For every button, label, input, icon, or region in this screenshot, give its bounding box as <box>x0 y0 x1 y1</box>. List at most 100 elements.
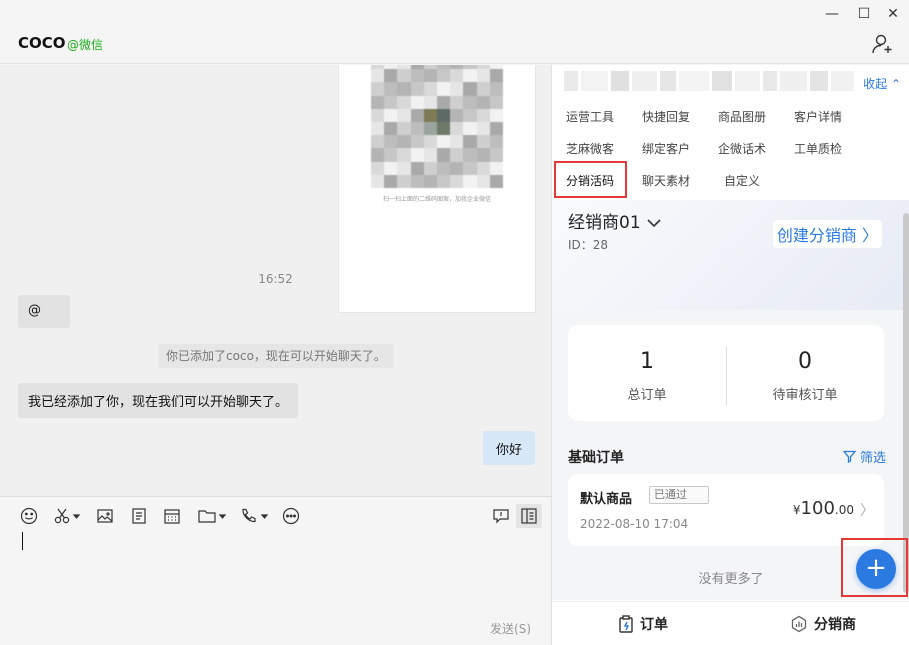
chat-messages[interactable]: 扫一扫上面的二维码图案，加我企业微信 16:52 @ 你已添加了coco，现在可… <box>0 65 551 496</box>
close-button[interactable]: ✕ <box>876 2 909 26</box>
menu-customer-detail[interactable]: 客户详情 <box>794 108 842 125</box>
message-bubble-left[interactable]: 我已经添加了你，现在我们可以开始聊天了。 <box>18 383 299 418</box>
menu-ticket-qc[interactable]: 工单质检 <box>794 140 842 157</box>
qr-mosaic-cell <box>397 108 411 122</box>
text-cursor[interactable] <box>22 532 23 550</box>
menu-wecom-script[interactable]: 企微话术 <box>718 140 766 157</box>
menu-quick-reply[interactable]: 快捷回复 <box>642 108 690 125</box>
qr-mosaic-cell <box>410 95 424 109</box>
price-integer: 100 <box>800 498 835 519</box>
collapse-label: 收起 <box>863 77 888 91</box>
qr-mosaic-cell <box>423 135 437 149</box>
chevron-right-icon: 〉 <box>860 503 874 519</box>
menu-ops-tools[interactable]: 运营工具 <box>566 108 614 125</box>
chat-history-icon[interactable] <box>490 505 512 527</box>
tab-orders-label: 订单 <box>640 617 668 633</box>
qr-mosaic-cell <box>410 69 424 83</box>
qr-mosaic-cell <box>436 108 451 122</box>
qr-mosaic-cell <box>397 69 411 83</box>
qr-mosaic-cell <box>423 121 437 136</box>
qr-mosaic-cell <box>423 69 437 83</box>
qr-mosaic-cell <box>450 148 464 162</box>
price-currency: ¥ <box>792 503 801 517</box>
filter-button[interactable]: 筛选 <box>842 447 886 466</box>
order-price: ¥100.00 <box>793 498 854 519</box>
chevron-right-icon: 〉 <box>861 226 878 245</box>
menu-product-album[interactable]: 商品图册 <box>718 108 766 125</box>
menu-custom[interactable]: 自定义 <box>724 172 760 189</box>
order-product-name: 默认商品 <box>580 492 633 507</box>
qr-mosaic-cell <box>463 95 477 109</box>
qr-mosaic-cell <box>489 82 503 96</box>
pending-orders-value: 0 <box>798 349 812 374</box>
document-icon[interactable] <box>128 505 150 527</box>
order-stats-card: 1 总订单 0 待审核订单 <box>568 325 884 421</box>
qr-mosaic-cell <box>410 148 424 162</box>
panel-scrollbar[interactable] <box>903 213 909 593</box>
menu-chat-material[interactable]: 聊天素材 <box>642 172 690 189</box>
qr-mosaic-cell <box>423 82 437 96</box>
qr-mosaic-cell <box>476 148 490 162</box>
qr-mosaic-cell <box>384 82 398 96</box>
add-user-icon[interactable] <box>871 32 895 56</box>
qr-mosaic-cell <box>476 82 490 96</box>
qr-mosaic-cell <box>450 174 464 188</box>
qr-mosaic-cell <box>463 121 477 136</box>
send-button[interactable]: 发送(S) <box>490 620 531 637</box>
calendar-icon[interactable] <box>161 505 183 527</box>
qr-mosaic-cell <box>423 161 437 175</box>
sidebar-toggle-icon[interactable] <box>516 504 542 528</box>
phone-icon[interactable] <box>238 505 270 527</box>
folder-icon[interactable] <box>196 505 228 527</box>
qr-mosaic-cell <box>450 95 464 109</box>
qr-mosaic-cell <box>476 69 490 83</box>
clipboard-icon <box>619 615 633 633</box>
qr-mosaic-cell <box>384 121 398 136</box>
qr-mosaic-cell <box>489 95 503 109</box>
add-fab-button[interactable]: + <box>856 549 896 589</box>
distributor-name: 经销商01 <box>568 213 641 233</box>
create-distributor-button[interactable]: 创建分销商 〉 <box>772 220 882 248</box>
message-timestamp: 16:52 <box>258 272 293 286</box>
screenshot-scissors-icon[interactable] <box>52 505 82 527</box>
tab-distributors-label: 分销商 <box>814 617 856 633</box>
qr-mosaic-cell <box>384 69 398 83</box>
image-icon[interactable] <box>94 505 116 527</box>
side-panel: 收起 ⌃ 运营工具 快捷回复 商品图册 客户详情 芝麻微客 绑定客户 企微话术 … <box>551 65 909 645</box>
filter-icon <box>842 450 856 463</box>
distributor-selector[interactable]: 经销商01 <box>568 208 662 233</box>
qr-mosaic-cell <box>371 69 385 83</box>
active-menu-highlight <box>554 161 627 198</box>
tab-orders[interactable]: 订单 <box>618 602 668 645</box>
qr-mosaic-cell <box>489 161 503 175</box>
qr-mosaic-cell <box>371 95 385 109</box>
message-bubble-at[interactable]: @ <box>18 295 70 328</box>
qr-mosaic-cell <box>476 174 490 188</box>
qr-mosaic-cell <box>450 69 464 83</box>
qr-mosaic-cell <box>371 82 385 96</box>
qr-mosaic-cell <box>489 121 503 136</box>
menu-zhima-customer[interactable]: 芝麻微客 <box>566 140 614 157</box>
emoji-icon[interactable] <box>18 505 40 527</box>
minimize-button[interactable]: — <box>815 2 849 26</box>
qr-mosaic-cell <box>384 108 398 122</box>
qr-mosaic-cell <box>371 161 385 175</box>
message-input-area[interactable]: 发送(S) <box>0 496 551 645</box>
qr-mosaic-cell <box>476 135 490 149</box>
qr-mosaic-cell <box>463 174 477 188</box>
menu-bind-customer[interactable]: 绑定客户 <box>642 140 690 157</box>
qr-mosaic-cell <box>436 69 451 83</box>
more-icon[interactable] <box>280 505 302 527</box>
qr-mosaic-cell <box>463 135 477 149</box>
qr-mosaic-cell <box>384 135 398 149</box>
distributor-card: 经销商01 ID：28 创建分销商 〉 <box>552 200 909 310</box>
hexagon-chart-icon <box>791 615 807 633</box>
tab-distributors[interactable]: 分销商 <box>790 602 856 645</box>
order-item[interactable]: 默认商品 已通过 2022-08-10 17:04 ¥100.00 〉 <box>568 474 884 546</box>
message-bubble-right[interactable]: 你好 <box>483 431 535 465</box>
qr-mosaic-cell <box>436 161 451 175</box>
qr-mosaic-cell <box>410 121 424 136</box>
collapse-button[interactable]: 收起 ⌃ <box>863 75 901 92</box>
contact-source-tag: @微信 <box>67 38 104 52</box>
qr-mosaic-cell <box>436 121 451 136</box>
